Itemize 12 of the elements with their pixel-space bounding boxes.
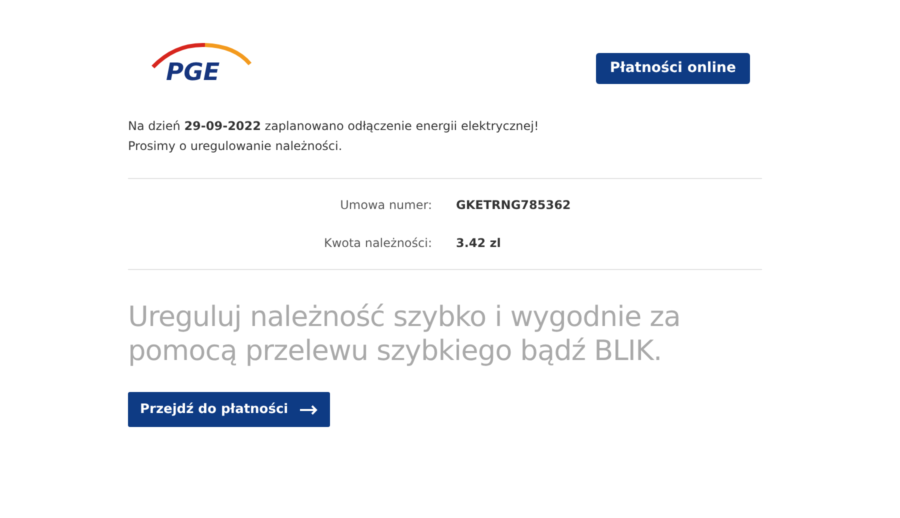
notice-text: Prosimy o uregulowanie należności. [128, 138, 344, 155]
detail-label: Umowa numer: [339, 197, 432, 214]
detail-value: GKETRNG785362 [456, 197, 571, 214]
notice-text: Na dzień 29-09-2022 zaplanowano odłączenie energii elektrycznej! [128, 118, 540, 135]
detail-value: 3.42 zl [456, 235, 501, 252]
logo-text: PGE [166, 60, 220, 84]
online-payments-button[interactable]: Płatności online [596, 53, 750, 84]
headline-text: Ureguluj należność szybko i wygodnie za [128, 300, 682, 334]
proceed-to-payment-button[interactable]: Przejdź do płatności [128, 392, 330, 427]
headline-text: pomocą przelewu szybkiego bądź BLIK. [128, 334, 663, 368]
detail-label: Kwota należności: [322, 235, 432, 252]
arrow-right-icon [300, 404, 318, 414]
